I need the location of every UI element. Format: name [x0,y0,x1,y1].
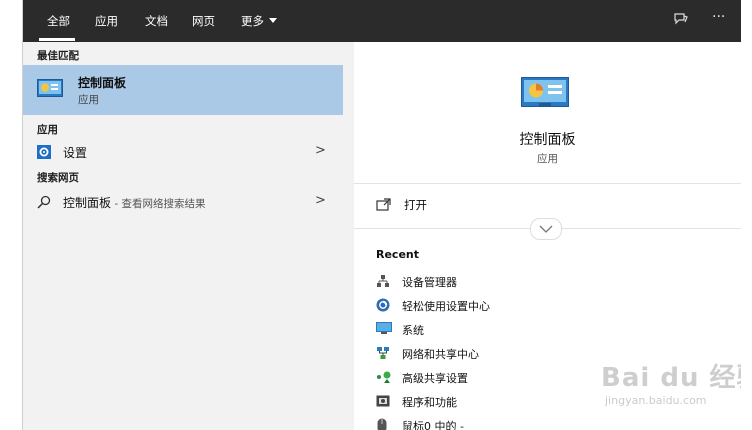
recent-item-label: 程序和功能 [402,396,457,409]
baidu-watermark: Bai du 经验 [601,363,741,393]
expand-button[interactable] [530,218,562,240]
tab-more[interactable]: 更多 [241,13,277,29]
more-options-icon[interactable]: ··· [712,9,725,25]
ease-of-access-icon [376,298,390,312]
mouse-icon [377,418,387,430]
tab-documents[interactable]: 文档 [145,13,168,29]
tab-all[interactable]: 全部 [47,13,70,29]
search-web-header: 搜索网页 [37,172,79,184]
web-search-label: 控制面板 - 查看网络搜索结果 [63,194,205,211]
best-match-item[interactable]: 控制面板 应用 [23,65,343,115]
open-label: 打开 [404,198,427,212]
chevron-right-icon[interactable]: > [315,193,326,208]
open-icon [376,198,391,211]
start-search-panel: 全部 应用 文档 网页 更多 ··· 最佳匹配 控制面板 应用 应用 设置 > … [22,0,741,430]
best-match-subtitle: 应用 [78,94,99,106]
recent-item-label: 网络和共享中心 [402,348,479,361]
tab-web[interactable]: 网页 [192,13,215,29]
results-list: 最佳匹配 控制面板 应用 应用 设置 > 搜索网页 控制面板 - 查看网络搜索结… [23,42,343,430]
control-panel-icon [521,77,569,107]
chevron-right-icon[interactable]: > [315,143,326,158]
best-match-header: 最佳匹配 [37,50,79,62]
tab-more-label: 更多 [241,14,264,28]
active-tab-indicator [39,38,75,41]
tab-apps[interactable]: 应用 [95,13,118,29]
baidu-watermark-url: jingyan.baidu.com [605,394,707,407]
control-panel-icon [37,79,63,97]
settings-gear-icon [37,145,51,159]
recent-item-label: 设备管理器 [402,276,457,289]
recent-header: Recent [376,248,420,261]
divider [354,183,741,184]
programs-icon [376,395,390,407]
list-item-web-search[interactable]: 控制面板 - 查看网络搜索结果 > [23,190,343,216]
device-manager-icon [377,275,389,287]
chevron-down-icon [269,18,277,23]
preview-subtitle: 应用 [537,153,558,165]
network-icon [377,347,389,359]
recent-item-label: 轻松使用设置中心 [402,300,490,313]
chevron-down-icon [539,225,553,233]
sharing-icon [377,371,391,383]
best-match-title: 控制面板 [78,76,127,90]
search-filter-bar: 全部 应用 文档 网页 更多 ··· [23,0,741,42]
apps-header: 应用 [37,124,58,136]
recent-item-label: 高级共享设置 [402,372,468,385]
search-icon [37,195,51,209]
feedback-icon[interactable] [673,11,689,31]
preview-title: 控制面板 [519,132,576,148]
system-icon [376,322,392,334]
recent-item-label: 系统 [402,324,424,337]
web-search-query: 控制面板 [63,196,112,210]
settings-label: 设置 [63,146,88,160]
recent-item-label: 鼠标0 中的 - [402,420,464,430]
list-item-settings[interactable]: 设置 > [23,139,343,165]
web-search-suffix: - 查看网络搜索结果 [111,198,206,210]
